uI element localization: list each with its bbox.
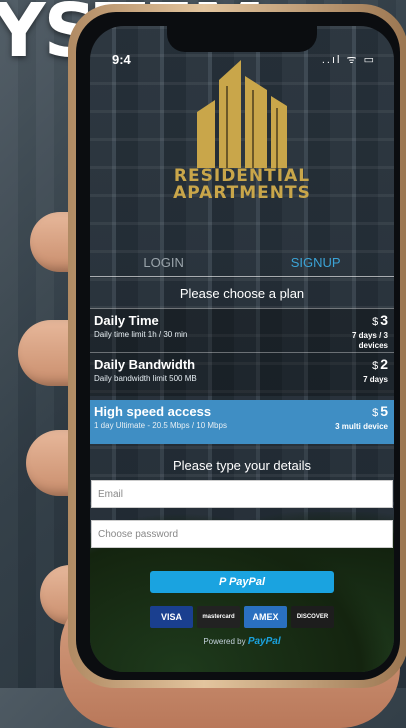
- notch: [167, 26, 317, 52]
- logo-line-2: APARTMENTS: [173, 183, 311, 203]
- password-field[interactable]: Choose password: [91, 520, 393, 548]
- plan-name: High speed access: [94, 404, 212, 419]
- phone-frame: 9:4 ..ıl ᯤ ▭ RESIDENTIAL APARTMENTS LOGI…: [68, 4, 406, 688]
- app-screen: 9:4 ..ıl ᯤ ▭ RESIDENTIAL APARTMENTS LOGI…: [90, 26, 394, 672]
- status-icons: ..ıl ᯤ ▭: [321, 54, 376, 66]
- discover-card-icon: DISCOVER: [291, 606, 334, 628]
- building-logo-icon: [197, 60, 287, 168]
- visa-card-icon: VISA: [150, 606, 193, 628]
- plan-high-speed-access[interactable]: High speed access 1 day Ultimate - 20.5 …: [90, 400, 394, 444]
- auth-tabs: LOGIN SIGNUP: [90, 248, 394, 277]
- price-value: 3: [380, 312, 388, 328]
- plan-name: Daily Time: [94, 313, 159, 328]
- details-title: Please type your details: [172, 458, 312, 473]
- currency-symbol: $: [372, 360, 379, 372]
- paypal-button[interactable]: P PayPal: [150, 571, 334, 593]
- currency-symbol: $: [372, 407, 379, 419]
- plan-daily-time[interactable]: Daily Time Daily time limit 1h / 30 min …: [90, 308, 394, 352]
- plan-desc: Daily bandwidth limit 500 MB: [94, 374, 197, 383]
- price-value: 5: [380, 403, 388, 419]
- paypal-brand: PayPal: [247, 636, 281, 647]
- plan-daily-bandwidth[interactable]: Daily Bandwidth Daily bandwidth limit 50…: [90, 352, 394, 396]
- powered-by: Powered by PayPal: [90, 636, 394, 647]
- email-field[interactable]: Email: [91, 480, 393, 508]
- status-time: 9:4: [112, 52, 131, 67]
- plans-title: Please choose a plan: [179, 286, 305, 301]
- logo: RESIDENTIAL APARTMENTS: [90, 56, 394, 202]
- plan-price: $5: [372, 403, 388, 419]
- plan-duration: 7 days: [363, 375, 388, 384]
- currency-symbol: $: [372, 316, 379, 328]
- payment-cards: VISA mastercard AMEX DISCOVER: [150, 606, 334, 628]
- plan-duration: 3 multi device: [335, 422, 388, 431]
- mastercard-card-icon: mastercard: [197, 606, 240, 628]
- powered-by-label: Powered by: [203, 637, 246, 646]
- plan-price: $2: [372, 356, 388, 372]
- tab-login[interactable]: LOGIN: [133, 251, 193, 274]
- tab-signup[interactable]: SIGNUP: [281, 251, 351, 274]
- price-value: 2: [380, 356, 388, 372]
- plan-name: Daily Bandwidth: [94, 357, 196, 372]
- plan-price: $3: [372, 312, 388, 328]
- plan-duration: 7 days / 3 devices: [351, 331, 388, 350]
- phone-bezel: 9:4 ..ıl ᯤ ▭ RESIDENTIAL APARTMENTS LOGI…: [76, 12, 400, 680]
- amex-card-icon: AMEX: [244, 606, 287, 628]
